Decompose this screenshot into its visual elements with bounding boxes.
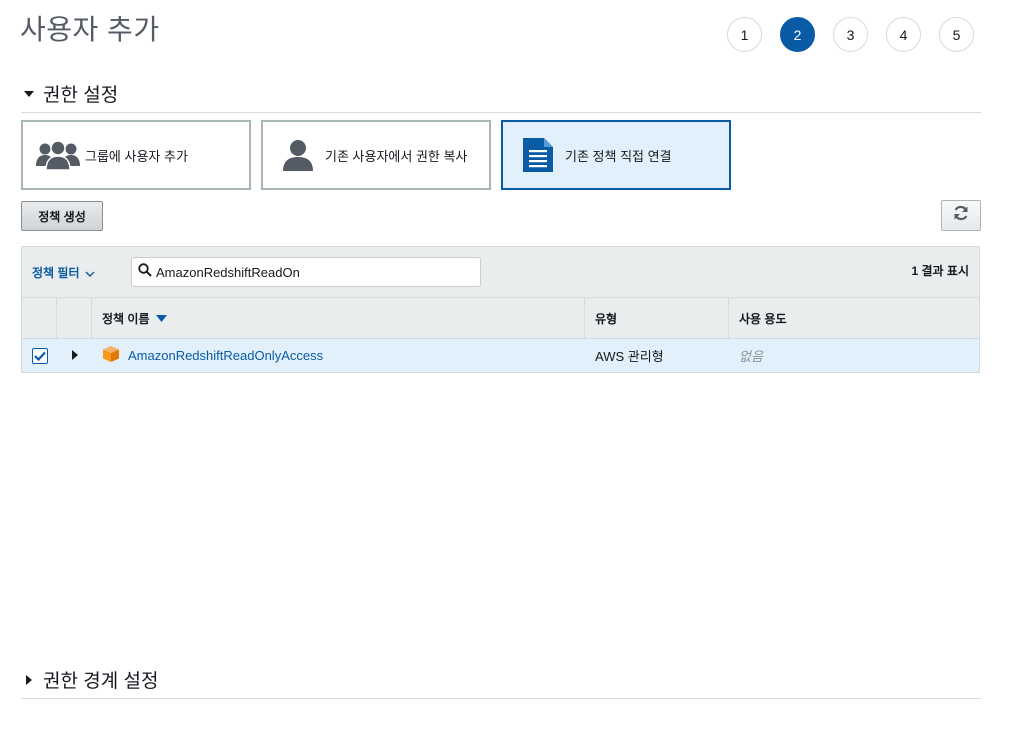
step-1[interactable]: 1 [727,17,762,52]
policy-filter-label: 정책 필터 [32,266,80,280]
boundary-section-label: 권한 경계 설정 [43,671,159,692]
caret-right-icon[interactable] [71,348,78,363]
header-policy-name-label: 정책 이름 [102,311,150,326]
option-add-to-group[interactable]: 그룹에 사용자 추가 [21,120,251,190]
row-type-cell: AWS 관리형 [595,349,664,364]
document-icon [515,135,561,175]
header-type-label: 유형 [595,311,618,326]
option-attach-policy[interactable]: 기존 정책 직접 연결 [501,120,731,190]
header-expand-column [57,298,92,338]
header-policy-name[interactable]: 정책 이름 [92,298,585,338]
option-copy-from-user[interactable]: 기존 사용자에서 권한 복사 [261,120,491,190]
header-usage-label: 사용 용도 [739,311,787,326]
usage-value: 없음 [739,349,763,364]
header-usage[interactable]: 사용 용도 [729,298,979,338]
search-box[interactable] [131,257,481,287]
table-row[interactable]: AmazonRedshiftReadOnlyAccess AWS 관리형 없음 [21,339,980,373]
check-icon [33,351,46,361]
wizard-steps: 1 2 3 4 5 [727,17,974,52]
search-input[interactable] [156,260,456,284]
row-checkbox[interactable] [31,347,48,364]
row-expand-cell[interactable] [57,339,92,372]
policy-table: 정책 필터 1 결과 표시 정책 이름 [21,246,980,373]
policy-filter-dropdown[interactable]: 정책 필터 [32,264,95,281]
header-select-column [22,298,57,338]
add-user-page: 사용자 추가 1 2 3 4 5 권한 설정 그룹에 사용자 추가 기존 사용자… [0,0,1022,732]
caret-right-icon [21,672,37,688]
table-header: 정책 이름 유형 사용 용도 [21,298,980,339]
sort-desc-icon [155,314,167,322]
create-policy-button[interactable]: 정책 생성 [21,201,103,231]
permissions-section-label: 권한 설정 [43,85,119,106]
option-label: 기존 사용자에서 권한 복사 [325,148,468,164]
aws-managed-policy-icon [102,345,120,366]
users-group-icon [35,135,81,175]
chevron-down-icon [85,266,95,280]
caret-down-icon [21,86,37,102]
policy-name-link[interactable]: AmazonRedshiftReadOnlyAccess [128,348,323,363]
refresh-button[interactable] [941,200,981,231]
step-5[interactable]: 5 [939,17,974,52]
filter-bar: 정책 필터 1 결과 표시 [21,246,980,298]
step-3[interactable]: 3 [833,17,868,52]
refresh-icon [953,205,969,226]
step-2[interactable]: 2 [780,17,815,52]
option-label: 기존 정책 직접 연결 [565,148,672,164]
row-select-cell [22,339,57,372]
result-count: 1 결과 표시 [911,264,969,278]
row-usage-cell: 없음 [729,339,979,372]
user-icon [275,135,321,175]
search-icon [138,262,152,282]
step-4[interactable]: 4 [886,17,921,52]
page-title: 사용자 추가 [20,14,160,45]
boundary-section-header[interactable]: 권한 경계 설정 [21,666,981,699]
row-name-cell: AmazonRedshiftReadOnlyAccess [92,339,585,372]
option-label: 그룹에 사용자 추가 [85,148,188,164]
permission-options: 그룹에 사용자 추가 기존 사용자에서 권한 복사 기존 정책 직접 연결 [21,120,731,190]
header-type[interactable]: 유형 [585,298,729,338]
permissions-section-header[interactable]: 권한 설정 [21,80,981,113]
